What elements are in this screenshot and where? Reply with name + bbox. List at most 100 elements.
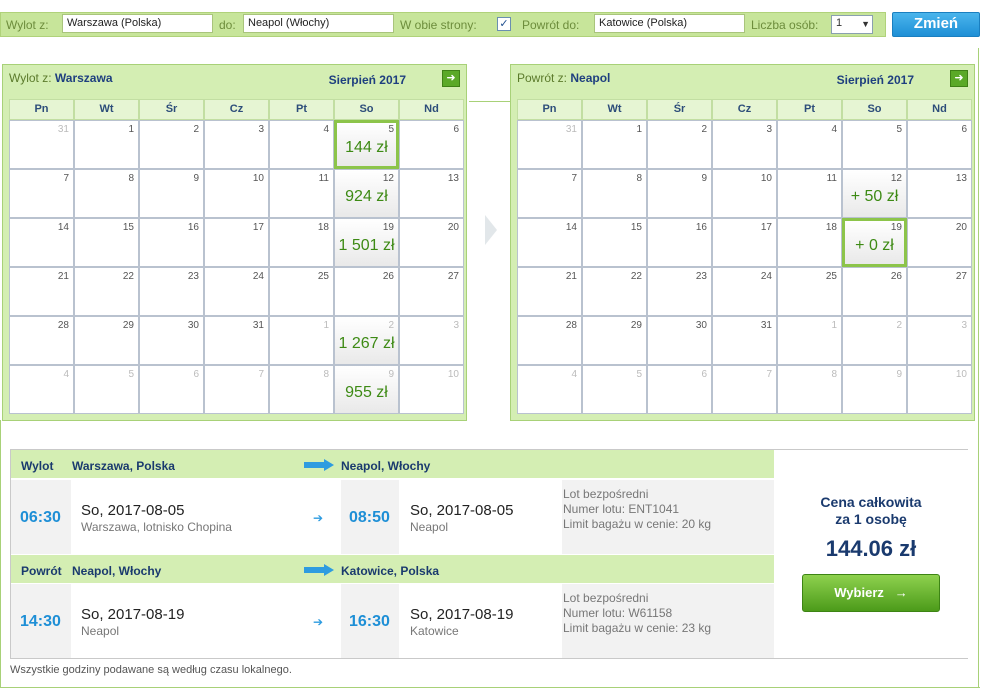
return-input[interactable]: Katowice (Polska) <box>594 14 745 33</box>
outbound-calendar-title: Wylot z: Warszawa <box>9 71 113 85</box>
calendar-day: 6 <box>139 365 204 414</box>
day-number: 25 <box>825 271 837 282</box>
both-ways-checkbox[interactable]: ✓ <box>497 17 511 31</box>
return-direct: Lot bezpośredni <box>563 591 649 605</box>
calendar-day: 14 <box>9 218 74 267</box>
return-calendar-title: Powrót z: Neapol <box>517 71 610 85</box>
day-number: 17 <box>760 222 772 233</box>
return-to: Katowice, Polska <box>341 564 440 578</box>
calendar-day-priced[interactable]: 19 + 0 zł <box>842 218 907 267</box>
day-number: 7 <box>258 369 264 380</box>
to-input[interactable]: Neapol (Włochy) <box>243 14 394 33</box>
outbound-arr-place: Neapol <box>410 520 449 534</box>
day-number: 3 <box>961 320 967 331</box>
calendar-day: 11 <box>777 169 842 218</box>
day-number: 31 <box>760 320 772 331</box>
day-header: Pt <box>777 99 842 120</box>
day-number: 7 <box>766 369 772 380</box>
calendar-day: 3 <box>907 316 972 365</box>
outbound-baggage: Limit bagażu w cenie: 20 kg <box>563 517 712 531</box>
day-price: 144 zł <box>345 139 388 156</box>
return-next-month-button[interactable]: ➜ <box>950 70 968 87</box>
day-header: Śr <box>647 99 712 120</box>
calendar-day: 2 <box>647 120 712 169</box>
day-number: 3 <box>766 124 772 135</box>
price-title: Cena całkowita za 1 osobę <box>774 494 968 528</box>
outbound-dep-place: Warszawa, lotnisko Chopina <box>81 520 232 534</box>
persons-value: 1 <box>836 17 843 29</box>
arrow-right-icon: ➔ <box>313 615 324 629</box>
calendar-day: 15 <box>74 218 139 267</box>
calendar-day: 26 <box>334 267 399 316</box>
return-calendar-city: Neapol <box>570 71 611 85</box>
calendar-day-priced[interactable]: 19 1 501 zł <box>334 218 399 267</box>
day-number: 14 <box>57 222 69 233</box>
calendar-day: 10 <box>204 169 269 218</box>
day-number: 18 <box>825 222 837 233</box>
calendar-day: 31 <box>517 120 582 169</box>
return-calendar-month: Sierpień 2017 <box>836 73 914 87</box>
calendar-day-priced[interactable]: 2 1 267 zł <box>334 316 399 365</box>
day-number: 3 <box>258 124 264 135</box>
persons-label: Liczba osób: <box>751 18 819 32</box>
persons-select[interactable]: 1 ▼ <box>831 15 873 34</box>
chevron-down-icon: ▼ <box>861 19 870 29</box>
day-number: 21 <box>57 271 69 282</box>
calendar-day: 3 <box>204 120 269 169</box>
frame-line-bottom <box>0 687 980 688</box>
day-number: 28 <box>565 320 577 331</box>
return-arr-time: 16:30 <box>349 613 390 630</box>
select-button[interactable]: Wybierz → <box>802 574 940 612</box>
day-number: 6 <box>193 369 199 380</box>
day-number: 28 <box>57 320 69 331</box>
outbound-calendar-header: Wylot z: Warszawa Sierpień 2017 ➜ <box>3 65 466 93</box>
calendar-day-priced[interactable]: 5 144 zł <box>334 120 399 169</box>
calendar-day-priced[interactable]: 9 955 zł <box>334 365 399 414</box>
day-number: 11 <box>318 173 329 184</box>
calendar-day: 7 <box>517 169 582 218</box>
calendar-day: 1 <box>74 120 139 169</box>
day-price: 955 zł <box>345 384 388 401</box>
calendar-day: 22 <box>74 267 139 316</box>
calendar-day-priced[interactable]: 12 + 50 zł <box>842 169 907 218</box>
day-header: Pn <box>9 99 74 120</box>
calendar-day: 31 <box>204 316 269 365</box>
to-label: do: <box>219 18 236 32</box>
day-number: 31 <box>57 124 69 135</box>
return-calendar-title-prefix: Powrót z: <box>517 71 568 85</box>
calendar-day: 9 <box>842 365 907 414</box>
day-number: 25 <box>317 271 329 282</box>
calendar-day: 8 <box>582 169 647 218</box>
arrow-right-icon: ➔ <box>313 511 324 525</box>
calendar-day: 1 <box>582 120 647 169</box>
return-baggage: Limit bagażu w cenie: 23 kg <box>563 621 712 635</box>
day-number: 31 <box>252 320 264 331</box>
outbound-arr-date: So, 2017-08-05 <box>410 502 514 519</box>
from-input[interactable]: Warszawa (Polska) <box>62 14 213 33</box>
calendar-day: 7 <box>712 365 777 414</box>
calendar-day-priced[interactable]: 12 924 zł <box>334 169 399 218</box>
change-button[interactable]: Zmień <box>892 12 980 37</box>
day-number: 26 <box>890 271 902 282</box>
arrow-right-icon: ➜ <box>954 72 964 84</box>
day-number: 19 <box>890 222 902 233</box>
outbound-calendar-city: Warszawa <box>54 71 113 85</box>
return-label: Powrót do: <box>522 18 580 32</box>
calendar-day: 10 <box>712 169 777 218</box>
day-number: 15 <box>122 222 134 233</box>
calendar-day: 21 <box>517 267 582 316</box>
day-number: 1 <box>636 124 642 135</box>
day-number: 13 <box>447 173 459 184</box>
day-header: Pn <box>517 99 582 120</box>
outbound-next-month-button[interactable]: ➜ <box>442 70 460 87</box>
day-price: + 50 zł <box>850 188 899 205</box>
day-number: 5 <box>388 124 394 135</box>
outbound-calendar-title-prefix: Wylot z: <box>9 71 52 85</box>
return-calendar: Powrót z: Neapol Sierpień 2017 ➜ Pn Wt Śr C… <box>510 64 975 421</box>
both-ways-label: W obie strony: <box>400 18 477 32</box>
day-number: 8 <box>128 173 134 184</box>
day-number: 15 <box>630 222 642 233</box>
day-header: Pt <box>269 99 334 120</box>
calendar-day: 27 <box>907 267 972 316</box>
arrow-right-icon: ➜ <box>446 72 456 84</box>
